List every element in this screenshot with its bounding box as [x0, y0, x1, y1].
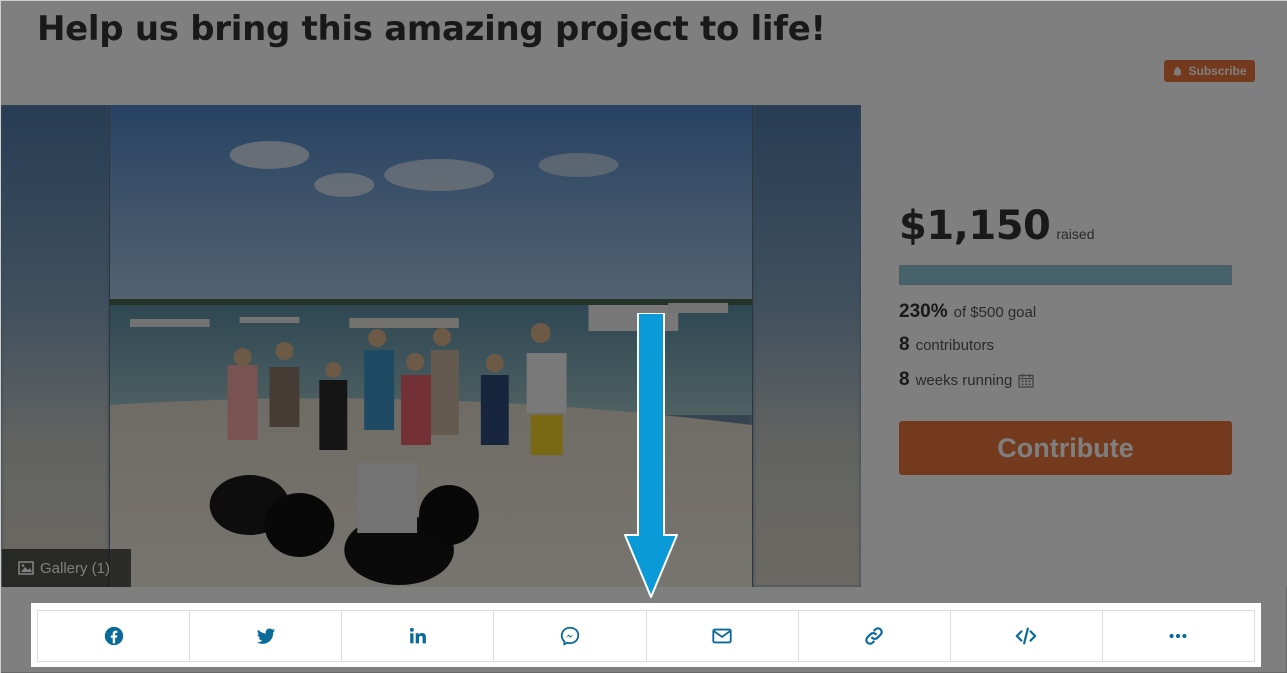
image-icon [18, 561, 34, 575]
campaign-media [1, 105, 861, 587]
share-messenger-button[interactable] [494, 611, 647, 661]
subscribe-button[interactable]: Subscribe [1164, 60, 1255, 82]
share-email-button[interactable] [647, 611, 799, 661]
messenger-icon [560, 626, 580, 646]
raised-summary: $1,150 raised [899, 203, 1095, 249]
contribute-button[interactable]: Contribute [899, 421, 1232, 475]
contributors-count: 8 [899, 334, 910, 355]
goal-stat: 230% of $500 goal [899, 301, 1036, 323]
raised-amount: $1,150 [899, 203, 1051, 249]
weeks-label: weeks running [915, 372, 1013, 389]
page: Help us bring this amazing project to li… [0, 0, 1287, 673]
media-blur-left [1, 105, 109, 587]
share-linkedin-button[interactable] [342, 611, 495, 661]
pointer-arrow-icon [624, 313, 678, 598]
funding-progress-fill [900, 266, 1231, 284]
contributors-stat: 8 contributors [899, 334, 994, 356]
funding-stats-panel: $1,150 raised 230% of $500 goal 8 contri… [861, 105, 1287, 587]
link-icon [865, 627, 883, 645]
more-icon [1169, 633, 1187, 639]
share-facebook-button[interactable] [38, 611, 191, 661]
weeks-count: 8 [899, 369, 910, 390]
gallery-label: Gallery (1) [40, 559, 111, 577]
share-twitter-button[interactable] [190, 611, 343, 661]
embed-code-button[interactable] [951, 611, 1103, 661]
raised-label: raised [1056, 226, 1095, 242]
gallery-button[interactable]: Gallery (1) [2, 549, 131, 587]
facebook-icon [104, 626, 123, 646]
more-share-options-button[interactable] [1103, 611, 1254, 661]
twitter-icon [256, 628, 275, 644]
share-bar [37, 610, 1255, 662]
weeks-stat: 8 weeks running [899, 369, 1034, 391]
embed-code-icon [1016, 627, 1037, 645]
contributors-label: contributors [915, 337, 994, 354]
linkedin-icon [409, 627, 426, 644]
campaign-header: Help us bring this amazing project to li… [1, 1, 1287, 105]
funding-progress-bar [899, 265, 1232, 285]
bell-icon [1173, 66, 1183, 76]
calendar-icon [1018, 373, 1034, 388]
goal-percent: 230% [899, 301, 948, 322]
goal-text: of $500 goal [953, 304, 1037, 321]
copy-link-button[interactable] [799, 611, 951, 661]
subscribe-label: Subscribe [1188, 64, 1247, 78]
page-title: Help us bring this amazing project to li… [37, 9, 826, 49]
email-icon [712, 628, 732, 644]
media-blur-right [753, 105, 861, 587]
